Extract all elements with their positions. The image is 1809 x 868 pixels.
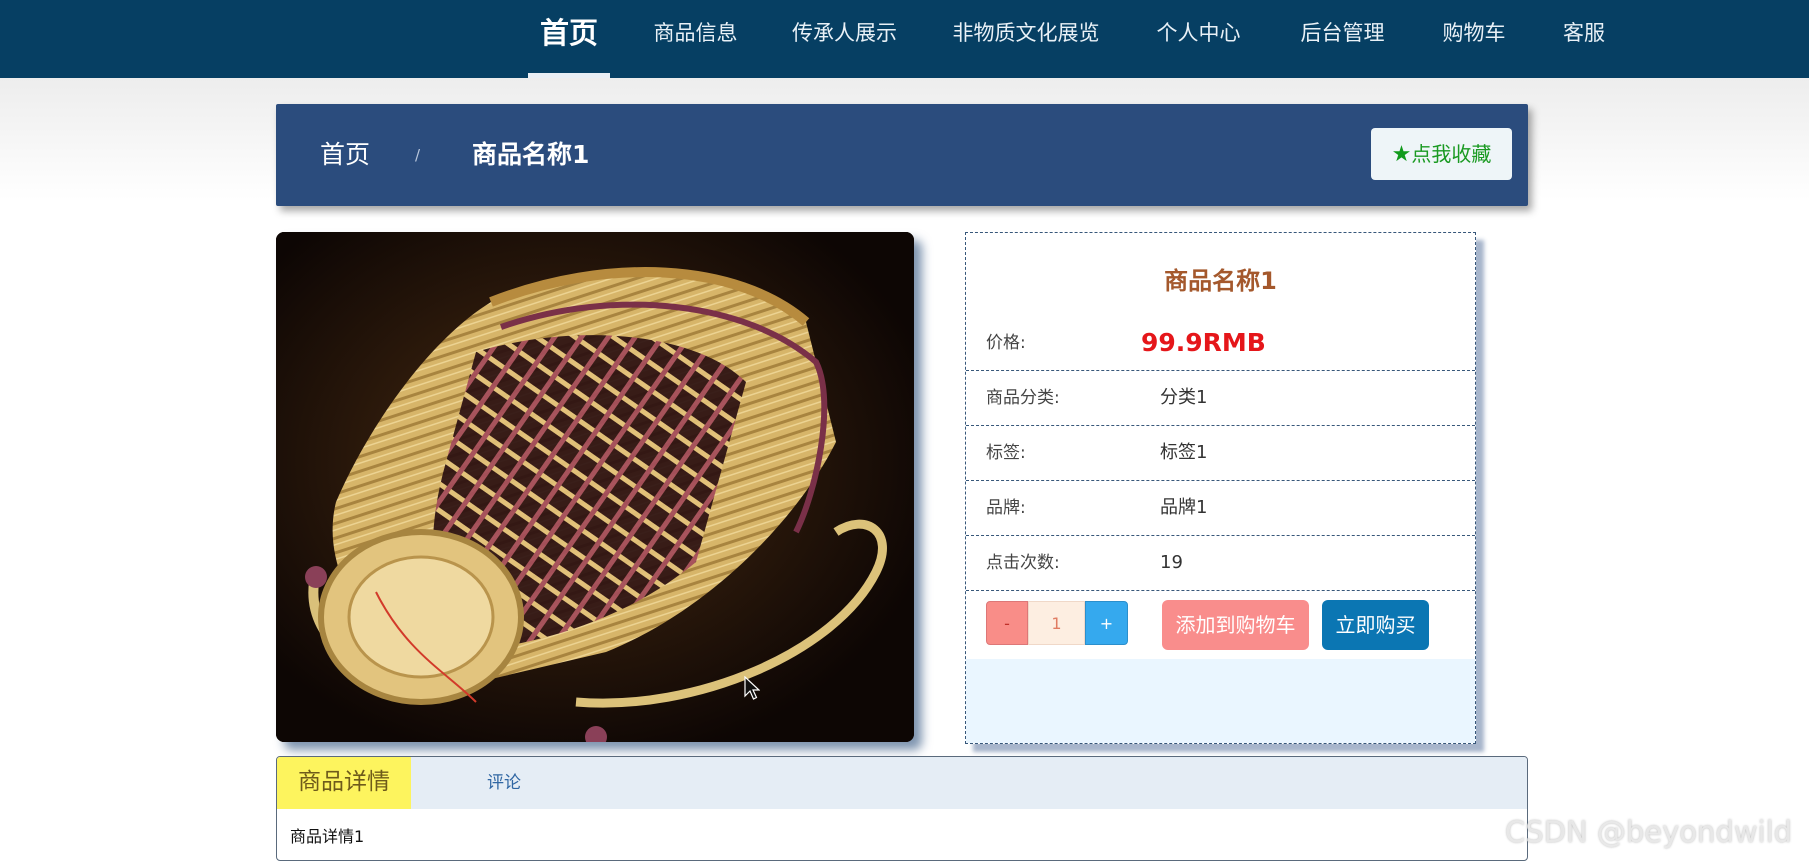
nav-active-indicator — [528, 73, 610, 78]
breadcrumb: 首页 / 商品名称1 ★点我收藏 — [276, 104, 1528, 206]
quantity-minus-button[interactable]: - — [986, 601, 1028, 645]
product-tabs: 商品详情 评论 商品详情1 — [276, 756, 1528, 861]
brand-row: 品牌: 品牌1 — [966, 481, 1475, 536]
brand-value: 品牌1 — [1160, 497, 1208, 518]
click-count-value: 19 — [1160, 552, 1183, 573]
tab-comments[interactable]: 评论 — [457, 757, 551, 809]
product-info-card: 商品名称1 价格: 99.9RMB 商品分类: 分类1 标签: 标签1 品牌: … — [965, 232, 1476, 744]
category-label: 商品分类: — [986, 388, 1060, 408]
nav-item-exhibition[interactable]: 非物质文化展览 — [946, 0, 1106, 78]
watermark: CSDN @beyondwild — [1505, 815, 1793, 849]
breadcrumb-separator: / — [415, 146, 421, 164]
breadcrumb-current: 商品名称1 — [472, 140, 590, 169]
nav-item-profile[interactable]: 个人中心 — [1151, 0, 1246, 78]
favorite-button-label: 点我收藏 — [1411, 142, 1492, 166]
tabs-header: 商品详情 评论 — [277, 757, 1527, 809]
quantity-plus-button[interactable]: + — [1085, 601, 1128, 645]
nav-item-products[interactable]: 商品信息 — [648, 0, 743, 78]
category-value: 分类1 — [1160, 387, 1208, 408]
woven-bamboo-basket-photo — [276, 232, 914, 742]
buy-now-button[interactable]: 立即购买 — [1322, 600, 1429, 650]
add-to-cart-button[interactable]: 添加到购物车 — [1162, 600, 1309, 650]
top-navbar: 首页 商品信息 传承人展示 非物质文化展览 个人中心 后台管理 购物车 客服 — [0, 0, 1809, 78]
nav-item-admin[interactable]: 后台管理 — [1295, 0, 1390, 78]
brand-label: 品牌: — [986, 498, 1026, 518]
nav-item-home[interactable]: 首页 — [528, 0, 610, 78]
nav-item-inheritors[interactable]: 传承人展示 — [787, 0, 902, 78]
click-count-label: 点击次数: — [986, 553, 1060, 573]
product-image — [276, 232, 914, 742]
breadcrumb-home-link[interactable]: 首页 — [320, 104, 370, 206]
quantity-input[interactable] — [1028, 601, 1085, 645]
tag-row: 标签: 标签1 — [966, 426, 1475, 481]
price-label: 价格: — [986, 333, 1026, 353]
tag-value: 标签1 — [1160, 442, 1208, 463]
favorite-button[interactable]: ★点我收藏 — [1371, 128, 1512, 180]
nav-item-service[interactable]: 客服 — [1555, 0, 1613, 78]
mouse-cursor-icon — [744, 676, 760, 700]
tag-label: 标签: — [986, 443, 1026, 463]
product-title: 商品名称1 — [1164, 267, 1277, 295]
tab-content-text: 商品详情1 — [290, 827, 365, 846]
price-value: 99.9RMB — [1141, 328, 1266, 357]
price-row: 价格: 99.9RMB — [966, 316, 1475, 371]
category-row: 商品分类: 分类1 — [966, 371, 1475, 426]
click-count-row: 点击次数: 19 — [966, 536, 1475, 591]
star-icon: ★ — [1391, 142, 1412, 167]
nav-item-cart[interactable]: 购物车 — [1435, 0, 1513, 78]
card-footer — [966, 659, 1475, 743]
tab-product-detail[interactable]: 商品详情 — [277, 757, 411, 809]
